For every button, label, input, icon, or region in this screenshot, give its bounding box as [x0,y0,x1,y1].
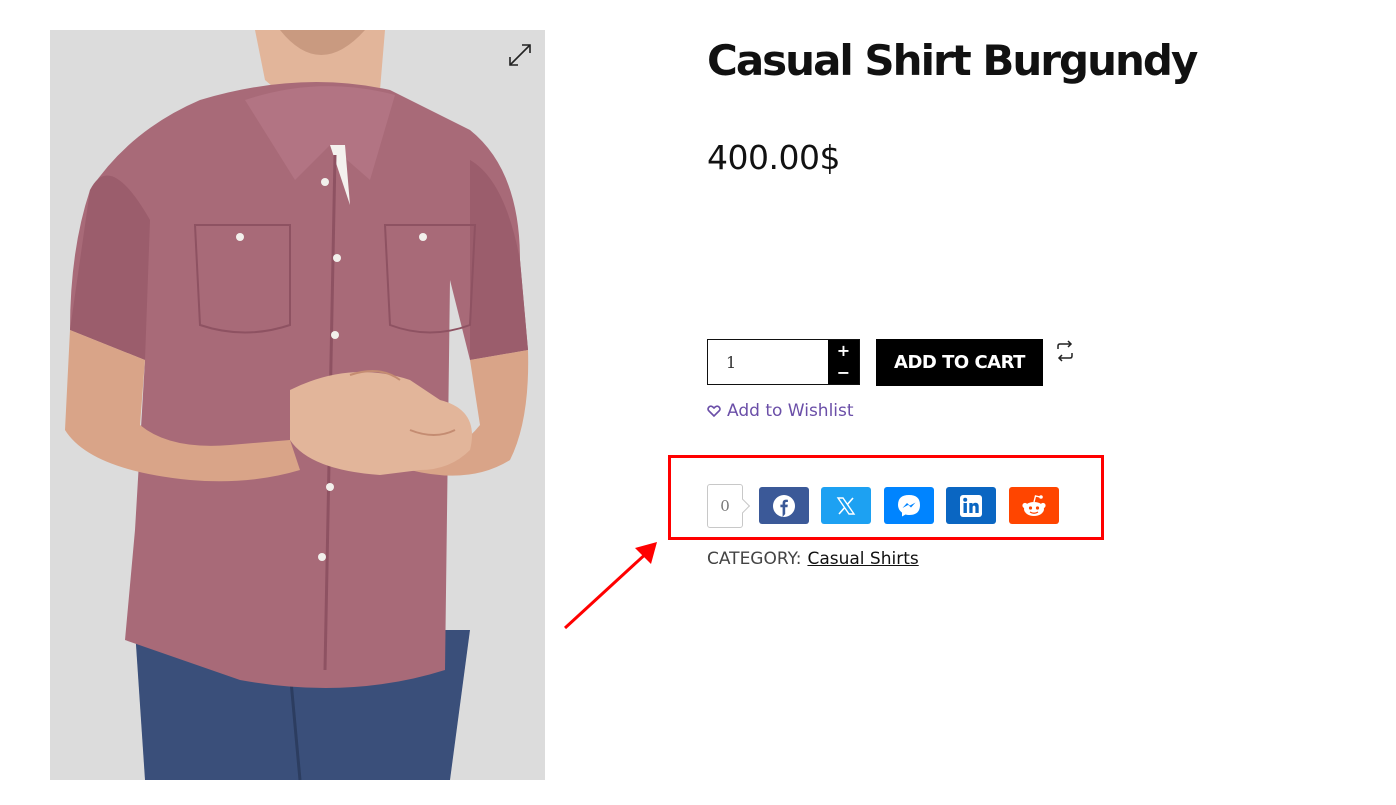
product-photo [50,30,545,780]
messenger-icon [898,494,920,516]
reddit-icon [1022,494,1046,516]
product-category: CATEGORY: Casual Shirts [707,549,919,569]
product-title: Casual Shirt Burgundy [707,36,1198,85]
product-image[interactable] [50,30,545,780]
expand-icon[interactable] [505,40,535,70]
quantity-stepper: + − [707,339,860,385]
x-icon [836,496,856,515]
quantity-decrease-button[interactable]: − [828,362,859,384]
x-share-button[interactable] [821,487,871,524]
compare-icon[interactable] [1054,340,1076,362]
quantity-input[interactable] [708,340,828,384]
linkedin-share-button[interactable] [946,487,996,524]
add-to-cart-button[interactable]: ADD TO CART [876,339,1043,386]
messenger-share-button[interactable] [884,487,934,524]
share-count: 0 [707,484,743,528]
facebook-icon [773,494,795,517]
product-price: 400.00$ [707,138,840,177]
quantity-increase-button[interactable]: + [828,340,859,362]
quantity-stepper-buttons: + − [828,340,859,384]
reddit-share-button[interactable] [1009,487,1059,524]
category-link[interactable]: Casual Shirts [807,549,918,569]
category-label: CATEGORY: [707,549,802,569]
heart-icon [707,405,721,418]
wishlist-label: Add to Wishlist [727,401,854,421]
facebook-share-button[interactable] [759,487,809,524]
add-to-wishlist-link[interactable]: Add to Wishlist [707,401,854,421]
linkedin-icon [960,494,982,517]
annotation-arrow [563,542,657,630]
